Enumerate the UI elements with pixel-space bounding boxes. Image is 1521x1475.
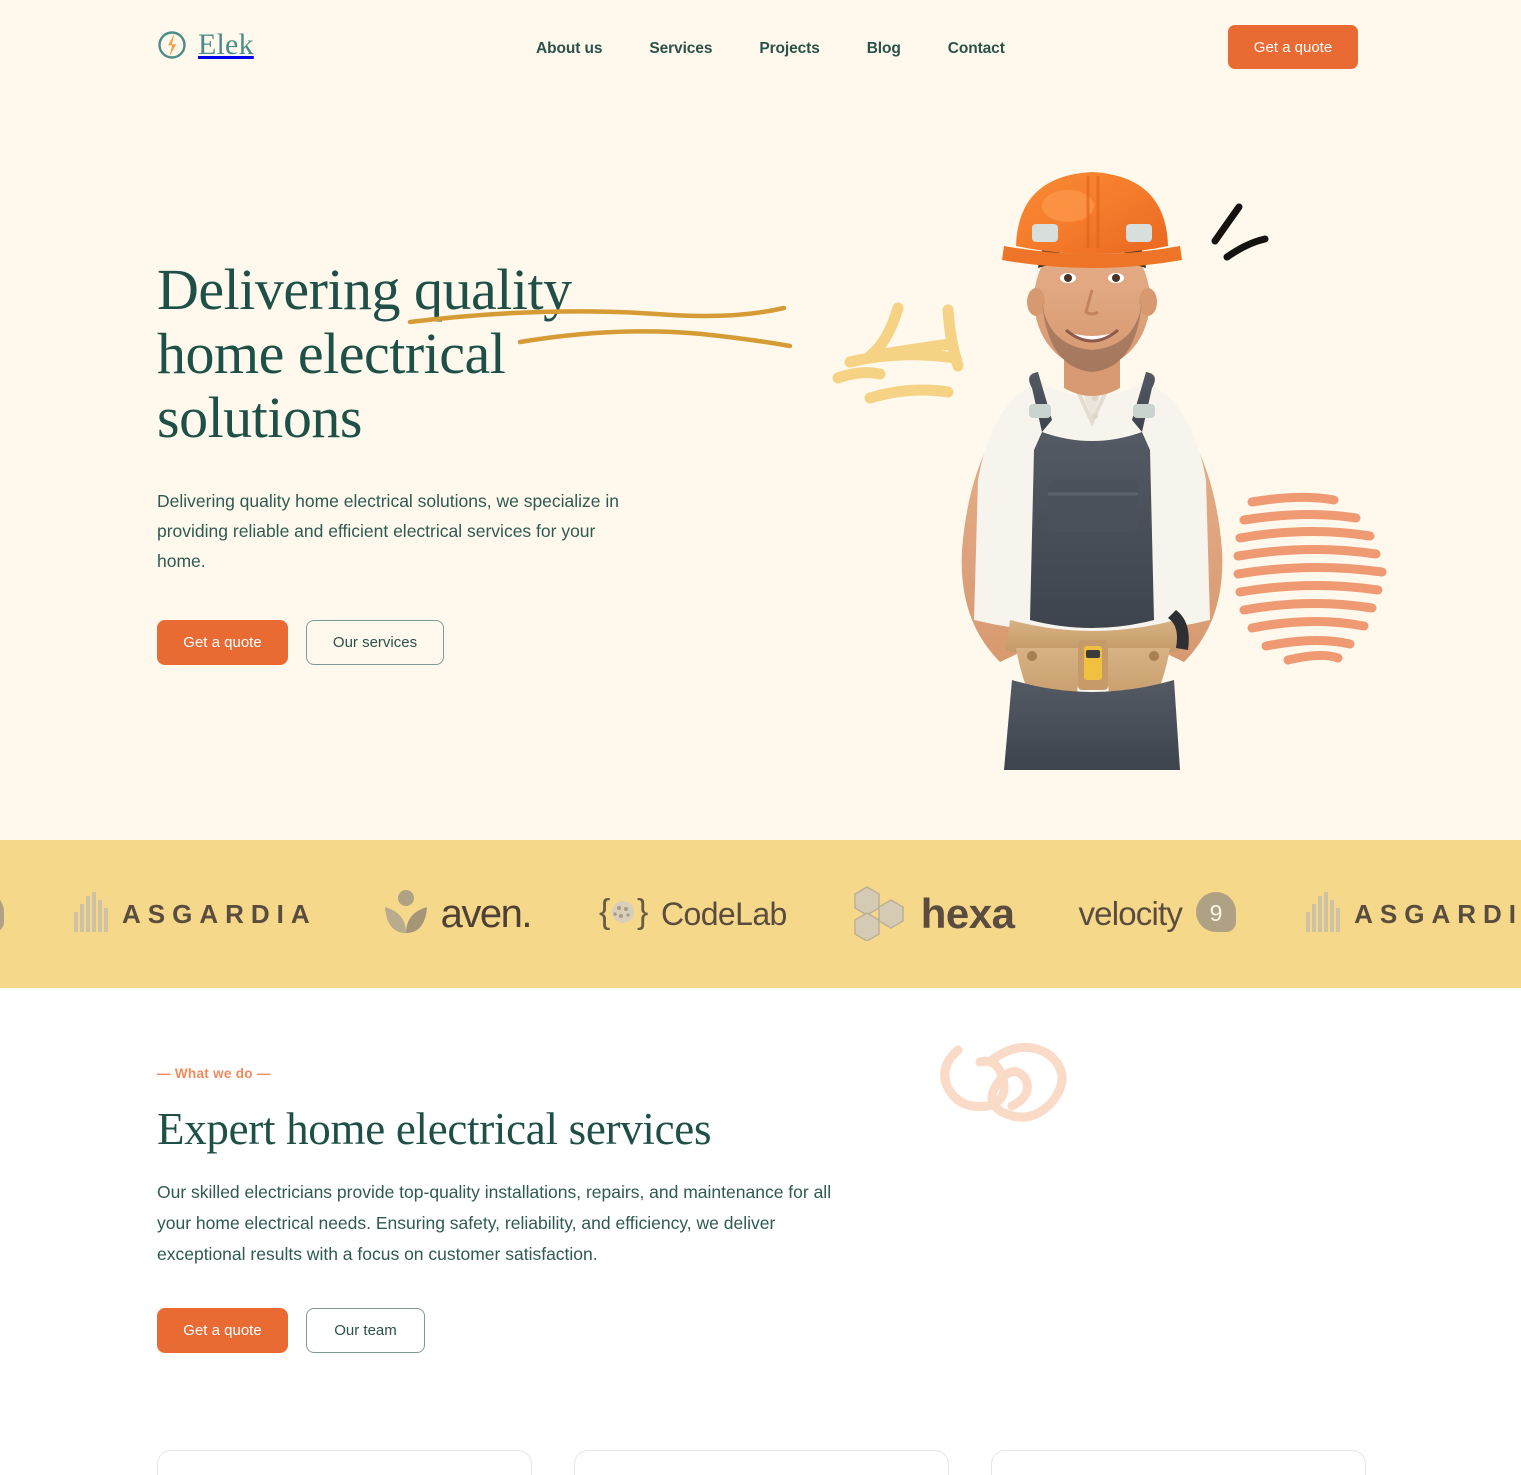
asgardia-towers-icon	[72, 890, 112, 939]
velocity-badge-icon: 9	[0, 888, 8, 941]
header-get-a-quote-button[interactable]: Get a quote	[1228, 25, 1358, 69]
section-title: Expert home electrical services	[157, 1104, 712, 1154]
site-header: Elek About us Services Projects Blog Con…	[0, 0, 1521, 95]
services-copy: — What we do — Expert home electrical se…	[157, 1066, 857, 1353]
logo-item: aven.	[381, 887, 533, 942]
brand-name: Elek	[198, 28, 254, 61]
client-logos-marquee: 9 ASGARDIA	[0, 840, 1521, 988]
service-cards-row	[157, 1450, 1367, 1475]
logo-item: 9	[0, 888, 8, 941]
hero-paragraph: Delivering quality home electrical solut…	[157, 491, 620, 571]
section-paragraph: Our skilled electricians provide top-qua…	[157, 1182, 832, 1264]
logo-label: velocity	[1078, 895, 1183, 932]
service-card[interactable]	[157, 1450, 532, 1475]
hero-get-a-quote-button[interactable]: Get a quote	[157, 620, 288, 665]
logo-label: hexa	[920, 890, 1015, 937]
hero-artwork	[820, 140, 1420, 780]
logo-label: aven.	[440, 891, 533, 936]
lightning-bolt-circle-icon	[157, 30, 187, 60]
nav-item-services[interactable]: Services	[649, 40, 712, 58]
nav-item-contact[interactable]: Contact	[948, 40, 1005, 58]
hero-our-services-button[interactable]: Our services	[306, 620, 444, 665]
svg-text:{: {	[599, 893, 610, 931]
hero-title-line-1: Delivering quality	[157, 257, 572, 322]
brand-logo[interactable]: Elek	[157, 28, 254, 62]
hero-title-line-3: solutions	[157, 385, 363, 450]
services-section: — What we do — Expert home electrical se…	[0, 988, 1521, 1475]
section-eyebrow: — What we do —	[157, 1066, 271, 1081]
logo-label: ASGARDIA	[1354, 898, 1521, 929]
hero-section: Elek About us Services Projects Blog Con…	[0, 0, 1521, 840]
codelab-braces-icon: { }	[595, 889, 651, 940]
service-card[interactable]	[991, 1450, 1366, 1475]
logo-item: hexa	[851, 883, 1015, 946]
nav-item-about-us[interactable]: About us	[536, 40, 602, 58]
hero-title: Delivering quality home electrical solut…	[157, 257, 793, 450]
aven-leaf-icon	[381, 887, 431, 942]
logo-item: ASGARDIA	[1304, 890, 1521, 939]
service-card[interactable]	[574, 1450, 949, 1475]
nav-item-blog[interactable]: Blog	[867, 40, 901, 58]
dark-brush-strokes-decoration	[1205, 195, 1295, 270]
logo-item: ASGARDIA	[72, 890, 317, 939]
logo-item: { } CodeLab	[595, 889, 787, 940]
logo-item: velocity 9	[1078, 888, 1240, 941]
hero-buttons: Get a quote Our services	[157, 620, 717, 665]
svg-text:}: }	[637, 893, 648, 931]
hero-copy: Delivering quality home electrical solut…	[157, 257, 793, 665]
hexa-hexagons-icon	[851, 883, 911, 946]
svg-text:9: 9	[1210, 900, 1223, 926]
services-get-a-quote-button[interactable]: Get a quote	[157, 1308, 288, 1353]
nav-item-projects[interactable]: Projects	[759, 40, 819, 58]
marquee-track: 9 ASGARDIA	[0, 840, 1521, 988]
asgardia-towers-icon	[1304, 890, 1344, 939]
logo-label: ASGARDIA	[122, 898, 317, 929]
services-our-team-button[interactable]: Our team	[306, 1308, 425, 1353]
peach-loop-decoration	[930, 1036, 1090, 1131]
services-buttons: Get a quote Our team	[157, 1308, 857, 1353]
hero-title-line-2: home electrical	[157, 321, 506, 386]
main-navigation: About us Services Projects Blog Contact	[536, 40, 1005, 58]
velocity-badge-icon: 9	[1192, 888, 1240, 941]
logo-label: CodeLab	[661, 895, 787, 932]
